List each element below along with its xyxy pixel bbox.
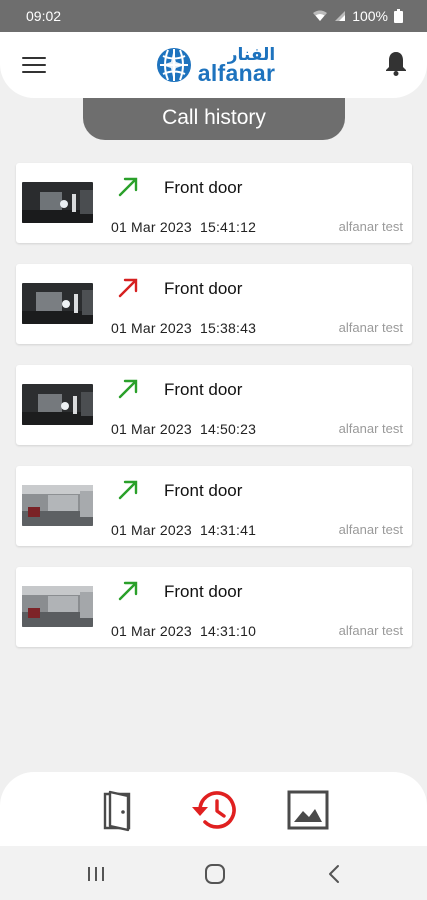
signal-icon: [334, 10, 346, 22]
page-title: Call history: [83, 96, 345, 140]
call-history-list: Front door 01 Mar 2023 15:41:12 alfanar …: [16, 163, 412, 668]
call-time: 14:50:23: [200, 421, 257, 437]
recent-apps-icon[interactable]: [84, 862, 108, 886]
status-indicators: 100%: [312, 8, 403, 24]
home-icon[interactable]: [203, 862, 227, 886]
caller-name: Front door: [164, 279, 243, 298]
call-list-item[interactable]: Front door 01 Mar 2023 15:38:43 alfanar …: [16, 264, 412, 344]
system-navigation-bar: [0, 846, 427, 900]
battery-percent: 100%: [352, 8, 388, 24]
caller-name: Front door: [164, 582, 243, 601]
account-name: alfanar test: [338, 522, 403, 537]
account-name: alfanar test: [338, 320, 403, 335]
answered-call-arrow-icon: [116, 377, 140, 401]
call-time: 14:31:10: [200, 623, 257, 639]
caller-name: Front door: [164, 380, 243, 399]
wifi-icon: [312, 10, 328, 22]
account-name: alfanar test: [338, 421, 403, 436]
history-icon[interactable]: [190, 786, 238, 834]
camera-snapshot-thumbnail: [22, 485, 93, 526]
answered-call-arrow-icon: [116, 579, 140, 603]
call-list-item[interactable]: Front door 01 Mar 2023 15:41:12 alfanar …: [16, 163, 412, 243]
call-datetime: 01 Mar 2023 14:50:23: [111, 421, 256, 437]
call-list-item[interactable]: Front door 01 Mar 2023 14:50:23 alfanar …: [16, 365, 412, 445]
call-time: 15:38:43: [200, 320, 257, 336]
camera-snapshot-thumbnail: [22, 586, 93, 627]
door-icon[interactable]: [95, 786, 143, 834]
answered-call-arrow-icon: [116, 175, 140, 199]
call-list-item[interactable]: Front door 01 Mar 2023 14:31:41 alfanar …: [16, 466, 412, 546]
call-date: 01 Mar 2023: [111, 421, 192, 437]
call-date: 01 Mar 2023: [111, 522, 192, 538]
back-icon[interactable]: [322, 862, 346, 886]
call-time: 14:31:41: [200, 522, 257, 538]
caller-name: Front door: [164, 178, 243, 197]
bottom-navigation: [0, 772, 427, 846]
camera-snapshot-thumbnail: [22, 182, 93, 223]
account-name: alfanar test: [338, 219, 403, 234]
call-datetime: 01 Mar 2023 15:41:12: [111, 219, 256, 235]
call-datetime: 01 Mar 2023 14:31:10: [111, 623, 256, 639]
call-time: 15:41:12: [200, 219, 257, 235]
camera-snapshot-thumbnail: [22, 283, 93, 324]
call-date: 01 Mar 2023: [111, 320, 192, 336]
camera-snapshot-thumbnail: [22, 384, 93, 425]
logo-latin-text: alfanar: [197, 59, 276, 86]
call-date: 01 Mar 2023: [111, 219, 192, 235]
status-time: 09:02: [26, 8, 62, 24]
app-logo: الفنار alfanar: [156, 46, 276, 86]
app-header: الفنار alfanar: [0, 32, 427, 98]
call-datetime: 01 Mar 2023 15:38:43: [111, 320, 256, 336]
hamburger-menu-icon[interactable]: [22, 53, 46, 77]
status-bar: 09:02 100%: [0, 0, 427, 32]
call-list-item[interactable]: Front door 01 Mar 2023 14:31:10 alfanar …: [16, 567, 412, 647]
battery-icon: [394, 9, 403, 23]
missed-call-arrow-icon: [116, 276, 140, 300]
gallery-icon[interactable]: [284, 786, 332, 834]
call-datetime: 01 Mar 2023 14:31:41: [111, 522, 256, 538]
caller-name: Front door: [164, 481, 243, 500]
bell-icon[interactable]: [385, 50, 407, 81]
account-name: alfanar test: [338, 623, 403, 638]
answered-call-arrow-icon: [116, 478, 140, 502]
call-date: 01 Mar 2023: [111, 623, 192, 639]
globe-logo-icon: [156, 48, 191, 82]
